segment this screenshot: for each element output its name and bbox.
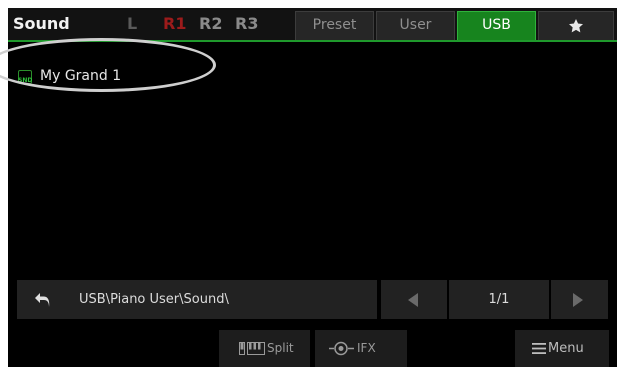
page-indicator: 1/1 [449,280,549,319]
triangle-left-icon [408,293,418,307]
star-icon [569,19,583,33]
path-bar: USB\Piano User\Sound\ [17,280,377,319]
tab-preset[interactable]: Preset [295,11,374,40]
ifx-label: IFX [357,341,376,355]
menu-button[interactable]: Menu [515,330,609,367]
next-page-button[interactable] [551,280,608,319]
prev-page-button[interactable] [381,280,447,319]
hamburger-menu-icon [532,343,546,354]
part-r3-button[interactable]: R3 [235,14,258,33]
part-r2-button[interactable]: R2 [199,14,222,33]
tab-usb[interactable]: USB [457,11,536,40]
split-label: Split [267,341,294,355]
keyboard-split-icon [239,342,265,355]
ifx-knob-icon [329,341,354,356]
back-button[interactable] [17,280,69,319]
triangle-right-icon [573,293,583,307]
part-r1-button[interactable]: R1 [163,14,186,33]
split-button[interactable]: Split [219,330,310,367]
path-label: USB\Piano User\Sound\ [79,292,229,307]
tab-user[interactable]: User [376,11,455,40]
page-title: Sound [13,14,70,33]
header-bar: Sound L R1 R2 R3 Preset User USB [8,8,617,42]
part-l-button[interactable]: L [127,14,137,33]
back-arrow-icon [35,293,50,307]
menu-label: Menu [548,341,584,356]
ifx-button[interactable]: IFX [315,330,407,367]
tab-favorites[interactable] [538,11,614,40]
page-number: 1/1 [488,292,510,307]
